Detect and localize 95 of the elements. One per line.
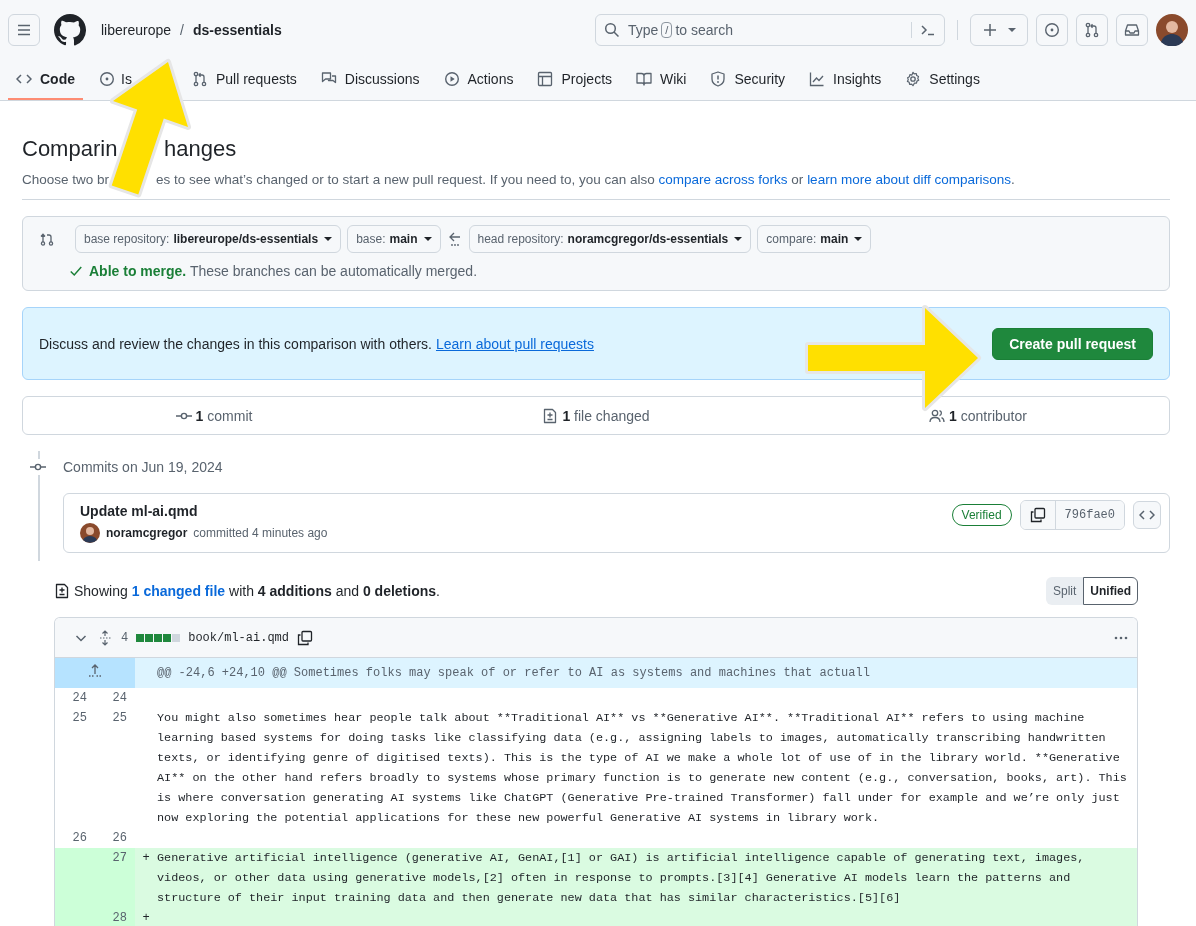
avatar[interactable]	[1156, 14, 1188, 46]
added-marker: +	[142, 851, 150, 865]
search-icon	[604, 22, 620, 38]
hunk-header: @@ -24,6 +24,10 @@ Sometimes folks may speak of or refer to AI as systems and machines that actuall	[157, 666, 870, 680]
shield-icon	[710, 71, 727, 87]
repository-tab[interactable]: Is	[91, 71, 132, 87]
line-number: 25	[72, 711, 87, 725]
line-number: 26	[72, 831, 87, 845]
repository-tab[interactable]: Security	[702, 71, 794, 87]
repository-tab[interactable]: Pull requests	[183, 71, 305, 87]
author-avatar[interactable]	[80, 523, 100, 543]
summary-text: with 4 additions and 0 deletions.	[229, 583, 440, 599]
owner-link[interactable]: libereurope	[101, 22, 172, 38]
book-icon	[636, 71, 653, 87]
search-placeholder: Type	[628, 22, 659, 38]
search-field[interactable]: Type / to search	[595, 14, 945, 46]
added-marker: +	[142, 911, 150, 925]
line-number: 28	[112, 911, 127, 925]
description-text: Choose two br	[22, 172, 110, 187]
pull-requests-button[interactable]	[1076, 14, 1108, 46]
line-number: 27	[112, 851, 127, 865]
help-link[interactable]: Learn about pull requests	[435, 335, 594, 352]
settings-icon	[905, 71, 922, 87]
branch-select[interactable]: head repository: noramcgregor/ds-essentials	[468, 225, 752, 253]
copy-icon	[1029, 507, 1046, 523]
stat-label[interactable]: 1 file changed	[562, 407, 650, 424]
menu-icon	[16, 22, 32, 38]
help-link[interactable]: learn more about diff comparisons	[807, 172, 1011, 187]
issues-button[interactable]	[1036, 14, 1068, 46]
repository-tab[interactable]: Wiki	[628, 71, 695, 87]
repository-tab[interactable]: Actions	[435, 71, 522, 87]
copy-button[interactable]	[1020, 501, 1055, 529]
code-line: You might also sometimes hear people talk about **Traditional AI** vs **Generative AI**. **Traditional AI** refers to using machine learning based systems for doing tasks like classifying data (e.g., assigning labels to images, automatically transcribing handwritten texts, or identifying genre of digitised texts). This is the type of AI we make a whole lot of use of in the library world. **Generative AI** on the other hand refers broadly to systems whose primary function is to generate new content (e.g., conversation, books, art). This is where conversation generating AI systems like ChatGPT (Generative Pre-trained Transformer) fall under for example and we’re only just now exploring the potential applications for these new powerful Generative AI systems in library work.	[157, 711, 1128, 825]
caret-icon	[1008, 28, 1016, 32]
view-toggle[interactable]: Unified	[1083, 577, 1138, 605]
play-icon	[443, 71, 460, 87]
description-text: or	[790, 172, 805, 187]
create-pull-request-button[interactable]: Create pull request	[992, 327, 1153, 360]
copy-icon[interactable]	[297, 629, 314, 646]
repository-tab[interactable]: Projects	[529, 71, 621, 87]
line-number: 25	[112, 711, 127, 725]
breadcrumb-separator: /	[180, 22, 184, 38]
key-hint: /	[661, 22, 673, 38]
repository-tab[interactable]: Code	[8, 60, 83, 100]
code-line: Generative artificial intelligence (generative AI, GenAI,[1] or GAI) is artificial intelligence capable of generating text, images, videos, or other data using generative models,[2] often in response to prompts.[3][4] Generative AI models learn the patterns and structure of their input training data and then generate new data that has similar characteristics.[5][6]	[157, 851, 1086, 905]
summary-text: Showing	[74, 583, 128, 599]
description-text: .	[1011, 172, 1015, 187]
file-diff-icon	[542, 407, 559, 424]
line-graph-icon	[809, 71, 826, 87]
browse-code-button[interactable]	[1133, 501, 1161, 529]
expand-icon[interactable]	[97, 629, 113, 646]
commit-title[interactable]: Update ml-ai.qmd	[80, 503, 328, 519]
author-link[interactable]: noramcgregor	[106, 526, 188, 540]
commit-sha[interactable]: 796fae0	[1054, 501, 1124, 529]
date-heading: Commits on Jun 19, 2024	[63, 459, 223, 475]
compare-icon	[39, 231, 55, 247]
file-path[interactable]: book/ml-ai.qmd	[188, 630, 290, 645]
change-count: 4	[121, 630, 129, 645]
check-icon	[69, 264, 83, 278]
banner-text: Discuss and review the changes in this comparison with others.	[39, 335, 432, 352]
line-number: 26	[112, 831, 127, 845]
changed-files-link[interactable]: 1 changed file	[131, 583, 226, 599]
repository-tab[interactable]: Insights	[801, 71, 890, 87]
repository-tab[interactable]: Discussions	[312, 71, 428, 87]
line-number: 24	[72, 691, 87, 705]
issue-icon	[1044, 22, 1060, 38]
search-placeholder: to search	[675, 22, 733, 38]
create-new-button[interactable]	[970, 14, 1028, 46]
description-text: es to see what’s changed or to start a new pull request. If you need to, you can also	[156, 172, 656, 187]
branch-select[interactable]: base repository: libereurope/ds-essentials	[75, 225, 342, 253]
pull-request-icon	[191, 71, 208, 87]
table-icon	[537, 71, 554, 87]
branch-select[interactable]: base: main	[347, 225, 441, 253]
octocat-logo-icon[interactable]	[54, 14, 86, 46]
merge-status: Able to merge. These branches can be automatically merged.	[89, 263, 478, 279]
plus-icon	[982, 22, 998, 38]
page-title: Comparin	[22, 136, 118, 161]
people-icon	[929, 407, 946, 424]
inbox-button[interactable]	[1116, 14, 1148, 46]
repository-tab[interactable]: Settings	[897, 71, 988, 87]
command-palette-button[interactable]	[920, 22, 936, 38]
commit-meta: committed 4 minutes ago	[193, 526, 328, 540]
repository-link[interactable]: ds-essentials	[192, 22, 282, 38]
branch-select[interactable]: compare: main	[757, 225, 872, 253]
stat-label[interactable]: 1 commit	[195, 407, 253, 424]
stat-label[interactable]: 1 contributor	[949, 407, 1027, 424]
file-diff-icon	[54, 583, 70, 599]
help-link[interactable]: compare across forks	[658, 172, 788, 187]
menu-button[interactable]	[8, 14, 40, 46]
inbox-icon	[1124, 22, 1140, 38]
issue-icon	[99, 71, 115, 87]
page-title: hanges	[164, 135, 237, 163]
line-number: 24	[112, 691, 127, 705]
pull-request-icon	[1084, 22, 1100, 38]
view-toggle[interactable]: Split	[1046, 577, 1084, 605]
